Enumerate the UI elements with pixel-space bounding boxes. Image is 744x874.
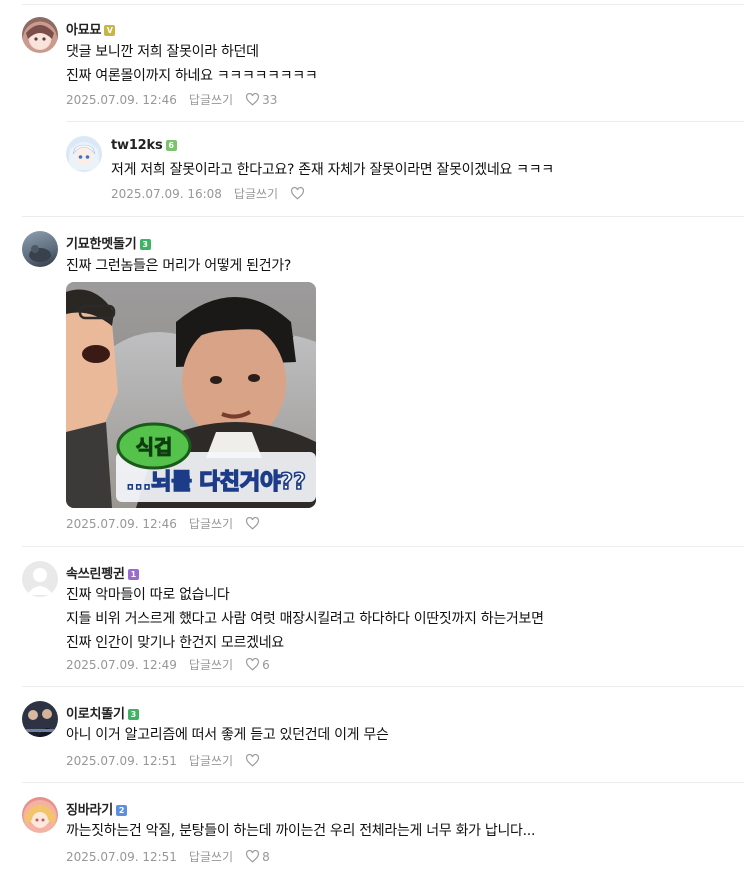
heart-icon <box>246 93 260 106</box>
reply-button[interactable]: 답글쓰기 <box>189 515 233 532</box>
reply-button[interactable]: 답글쓰기 <box>234 185 278 202</box>
nickname[interactable]: 이로치똘기 3 <box>66 703 139 722</box>
avatar[interactable] <box>22 797 58 833</box>
nickname[interactable]: 기묘한멧돌기 3 <box>66 233 151 252</box>
comment-date: 2025.07.09. 12:46 <box>66 516 177 531</box>
comment-divider <box>22 216 744 217</box>
avatar-anime-character-icon <box>68 142 100 170</box>
like-count: 8 <box>262 849 270 864</box>
like-count: 6 <box>262 657 270 672</box>
like-button[interactable]: 8 <box>245 850 270 864</box>
comment-date: 2025.07.09. 12:51 <box>66 753 177 768</box>
like-button[interactable]: 33 <box>245 93 277 107</box>
comment-meta: 2025.07.09. 12:51 답글쓰기 <box>66 752 262 769</box>
heart-icon <box>246 658 260 671</box>
sticker-caption-2: ...뇌를 다친거야?? <box>126 470 306 495</box>
avatar-anime-girl-icon <box>25 805 55 828</box>
like-button[interactable] <box>290 187 307 200</box>
reply-button[interactable]: 답글쓰기 <box>189 848 233 865</box>
comment-text: 까는짓하는건 악질, 분탕들이 하는데 까이는건 우리 전체라는게 너무 화가 … <box>66 823 536 839</box>
avatar[interactable] <box>22 17 58 53</box>
comment-divider <box>22 686 744 687</box>
like-button[interactable] <box>245 754 262 767</box>
meme-image-illustration: 식겁 ...뇌를 다친거야?? <box>66 282 316 508</box>
default-profile-icon <box>27 568 53 595</box>
nickname[interactable]: tw12ks 6 <box>111 138 177 153</box>
comment-text: 진짜 악마들이 따로 없습니다 지들 비위 거스르게 했다고 사람 여럿 매장시… <box>66 587 544 651</box>
heart-icon <box>246 850 260 863</box>
avatar[interactable] <box>22 701 58 737</box>
avatar-anime-girl-icon <box>26 25 54 49</box>
level-badge: 3 <box>139 239 151 250</box>
comment-meta: 2025.07.09. 12:49 답글쓰기 6 <box>66 656 270 673</box>
heart-icon <box>291 187 305 200</box>
comment-meta: 2025.07.09. 12:46 답글쓰기 <box>66 515 262 532</box>
avatar-bird-icon <box>29 245 51 262</box>
avatar-group-photo-icon <box>24 709 56 737</box>
comment-text: 댓글 보니깐 저희 잘못이라 하던데 진짜 여론몰이까지 하네요 ㅋㅋㅋㅋㅋㅋㅋ… <box>66 44 318 84</box>
meme-sticker-image[interactable]: 식겁 ...뇌를 다친거야?? <box>66 282 316 508</box>
like-count: 33 <box>262 92 278 107</box>
comment-meta: 2025.07.09. 12:46 답글쓰기 33 <box>66 91 277 108</box>
like-button[interactable]: 6 <box>245 658 270 672</box>
level-badge: 6 <box>165 140 177 151</box>
nickname[interactable]: 속쓰린펭귄 1 <box>66 563 139 582</box>
heart-icon <box>246 754 260 767</box>
comment-divider <box>66 121 744 122</box>
comment-date: 2025.07.09. 12:46 <box>66 92 177 107</box>
heart-icon <box>246 517 260 530</box>
reply-button[interactable]: 답글쓰기 <box>189 752 233 769</box>
sticker-caption-1: 식겁 <box>136 435 173 459</box>
reply-button[interactable]: 답글쓰기 <box>189 656 233 673</box>
avatar[interactable] <box>22 231 58 267</box>
like-button[interactable] <box>245 517 262 530</box>
comment-text: 진짜 그런놈들은 머리가 어떻게 된건가? <box>66 258 292 274</box>
avatar[interactable] <box>22 561 58 597</box>
comment-divider <box>22 782 744 783</box>
comment-meta: 2025.07.09. 12:51 답글쓰기 8 <box>66 848 270 865</box>
top-divider <box>22 4 744 5</box>
comment-text: 아니 이거 알고리즘에 떠서 좋게 듣고 있던건데 이게 무슨 <box>66 727 389 743</box>
level-badge: V <box>104 25 116 36</box>
comment-divider <box>22 546 744 547</box>
nickname[interactable]: 징바라기 2 <box>66 799 128 818</box>
level-badge: 1 <box>127 569 139 580</box>
nickname[interactable]: 아묘묘 V <box>66 19 116 38</box>
comment-date: 2025.07.09. 16:08 <box>111 186 222 201</box>
level-badge: 3 <box>127 709 139 720</box>
comment-date: 2025.07.09. 12:51 <box>66 849 177 864</box>
comment-meta: 2025.07.09. 16:08 답글쓰기 <box>111 185 307 202</box>
avatar[interactable] <box>66 136 102 172</box>
reply-button[interactable]: 답글쓰기 <box>189 91 233 108</box>
comment-text: 저게 저희 잘못이라고 한다고요? 존재 자체가 잘못이라면 잘못이겠네요 ㅋㅋ… <box>111 162 554 178</box>
comment-date: 2025.07.09. 12:49 <box>66 657 177 672</box>
level-badge: 2 <box>116 805 128 816</box>
